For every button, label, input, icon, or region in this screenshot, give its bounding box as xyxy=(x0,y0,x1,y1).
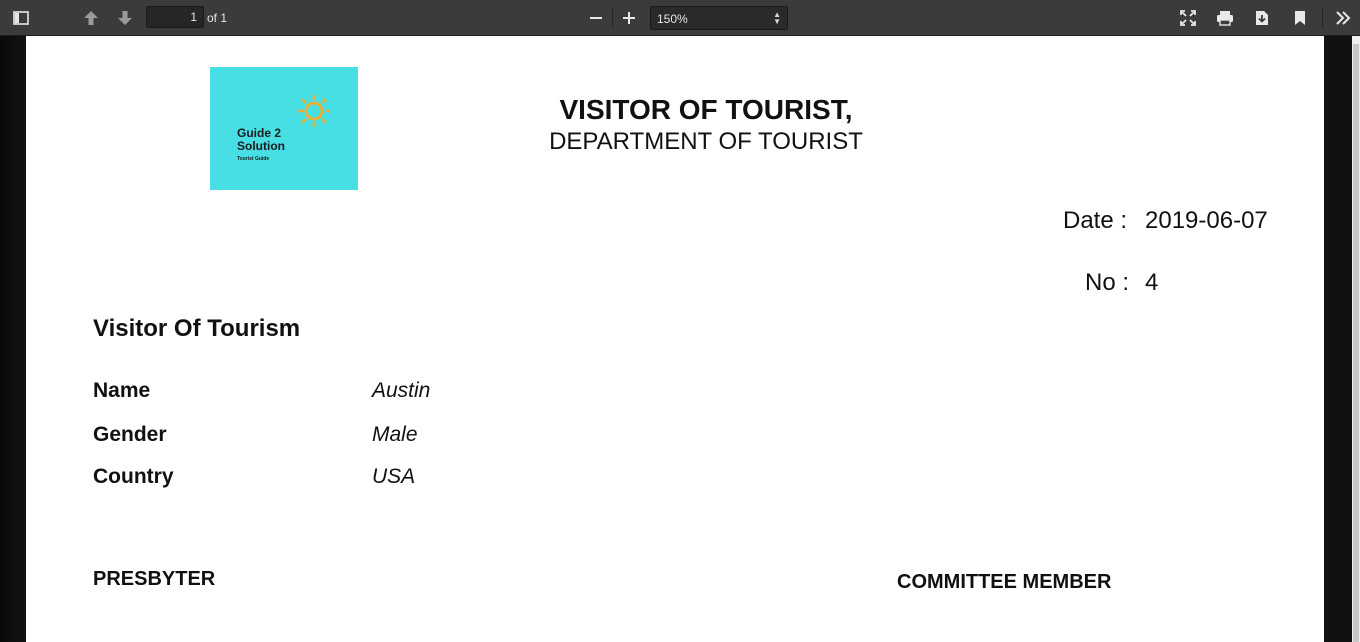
document-viewer[interactable]: Guide 2 Solution Tourist Guide VISITOR O… xyxy=(0,36,1360,642)
date-value: 2019-06-07 xyxy=(1145,207,1268,234)
sun-icon xyxy=(298,95,330,127)
country-value: USA xyxy=(372,465,416,488)
section-title: Visitor Of Tourism xyxy=(93,315,301,342)
pdf-page: Guide 2 Solution Tourist Guide VISITOR O… xyxy=(26,36,1324,642)
number-value: 4 xyxy=(1145,269,1159,296)
tools-chevron-icon[interactable] xyxy=(1332,8,1354,28)
zoom-value: 150% xyxy=(657,12,688,26)
logo-tagline: Tourist Guide xyxy=(237,156,270,162)
zoom-out-icon[interactable] xyxy=(586,8,606,28)
zoom-select[interactable]: 150% ▲ ▼ xyxy=(650,6,788,30)
vertical-scrollbar[interactable] xyxy=(1352,36,1360,642)
document-title: VISITOR OF TOURIST, xyxy=(559,94,853,125)
scrollbar-thumb[interactable] xyxy=(1353,44,1359,642)
download-icon[interactable] xyxy=(1252,8,1272,28)
company-logo: Guide 2 Solution Tourist Guide xyxy=(210,67,358,190)
zoom-in-icon[interactable] xyxy=(619,8,639,28)
presbyter-signature-label: PRESBYTER xyxy=(93,568,216,590)
name-value: Austin xyxy=(372,379,431,402)
name-label: Name xyxy=(93,379,151,402)
print-icon[interactable] xyxy=(1214,8,1236,28)
gender-value: Male xyxy=(372,423,418,446)
previous-page-icon[interactable] xyxy=(80,8,102,28)
page-number-input[interactable] xyxy=(146,6,204,28)
country-label: Country xyxy=(93,465,174,488)
next-page-icon[interactable] xyxy=(114,8,136,28)
bookmark-icon[interactable] xyxy=(1290,8,1310,28)
date-label: Date : xyxy=(1063,207,1128,234)
document-subtitle: DEPARTMENT OF TOURIST xyxy=(549,128,863,155)
presentation-mode-icon[interactable] xyxy=(1178,8,1198,28)
number-label: No : xyxy=(1085,269,1130,296)
gender-label: Gender xyxy=(93,423,167,446)
logo-text: Guide 2 Solution xyxy=(237,126,285,153)
select-arrows-icon: ▲ ▼ xyxy=(773,10,781,26)
page-count-label: of 1 xyxy=(207,11,228,25)
committee-member-signature-label: COMMITTEE MEMBER xyxy=(897,571,1112,593)
pdf-toolbar: of 1 150% ▲▼ xyxy=(0,0,1360,36)
sidebar-toggle-icon[interactable] xyxy=(11,9,31,27)
